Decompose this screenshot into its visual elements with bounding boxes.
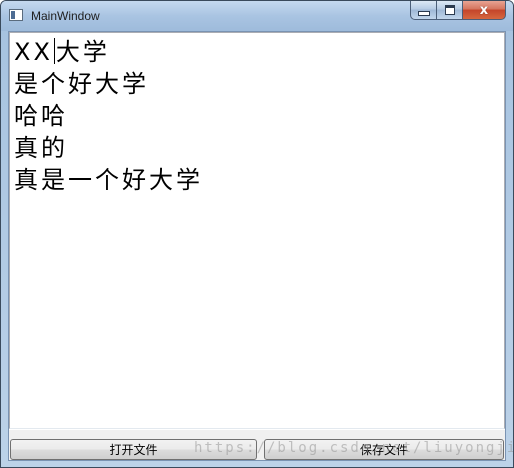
caption-buttons: x [410, 1, 506, 20]
editor-line-text: 哈哈 [14, 102, 68, 130]
editor-line: 真是一个好大学 [14, 164, 500, 196]
main-window: MainWindow x XX 大学 是个好大学 哈哈 真的 真是一个好大学 打开… [0, 0, 514, 468]
editor-line-text: 是个好大学 [14, 70, 149, 98]
editor-line-text: 真是一个好大学 [14, 166, 203, 194]
minimize-icon [417, 11, 430, 16]
save-file-button[interactable]: 保存文件 [264, 439, 504, 460]
editor-line-text: 大学 [55, 38, 110, 66]
maximize-icon [444, 5, 455, 15]
editor-line: XX 大学 [14, 36, 500, 68]
editor-line-text: XX [14, 38, 53, 66]
minimize-button[interactable] [410, 1, 436, 20]
editor-line: 哈哈 [14, 100, 500, 132]
button-bar: 打开文件 保存文件 [9, 430, 505, 460]
app-window-icon [9, 9, 23, 21]
client-area: XX 大学 是个好大学 哈哈 真的 真是一个好大学 打开文件 保存文件 https… [8, 31, 513, 461]
close-icon: x [479, 2, 489, 18]
editor-line-text: 真的 [14, 134, 68, 162]
editor-line: 是个好大学 [14, 68, 500, 100]
open-file-button[interactable]: 打开文件 [10, 439, 257, 460]
editor-line: 真的 [14, 132, 500, 164]
text-editor[interactable]: XX 大学 是个好大学 哈哈 真的 真是一个好大学 [9, 32, 505, 429]
close-button[interactable]: x [462, 1, 506, 20]
title-bar[interactable]: MainWindow x [1, 1, 513, 31]
text-caret [53, 38, 55, 64]
window-title: MainWindow [31, 9, 100, 23]
maximize-button[interactable] [436, 1, 462, 20]
